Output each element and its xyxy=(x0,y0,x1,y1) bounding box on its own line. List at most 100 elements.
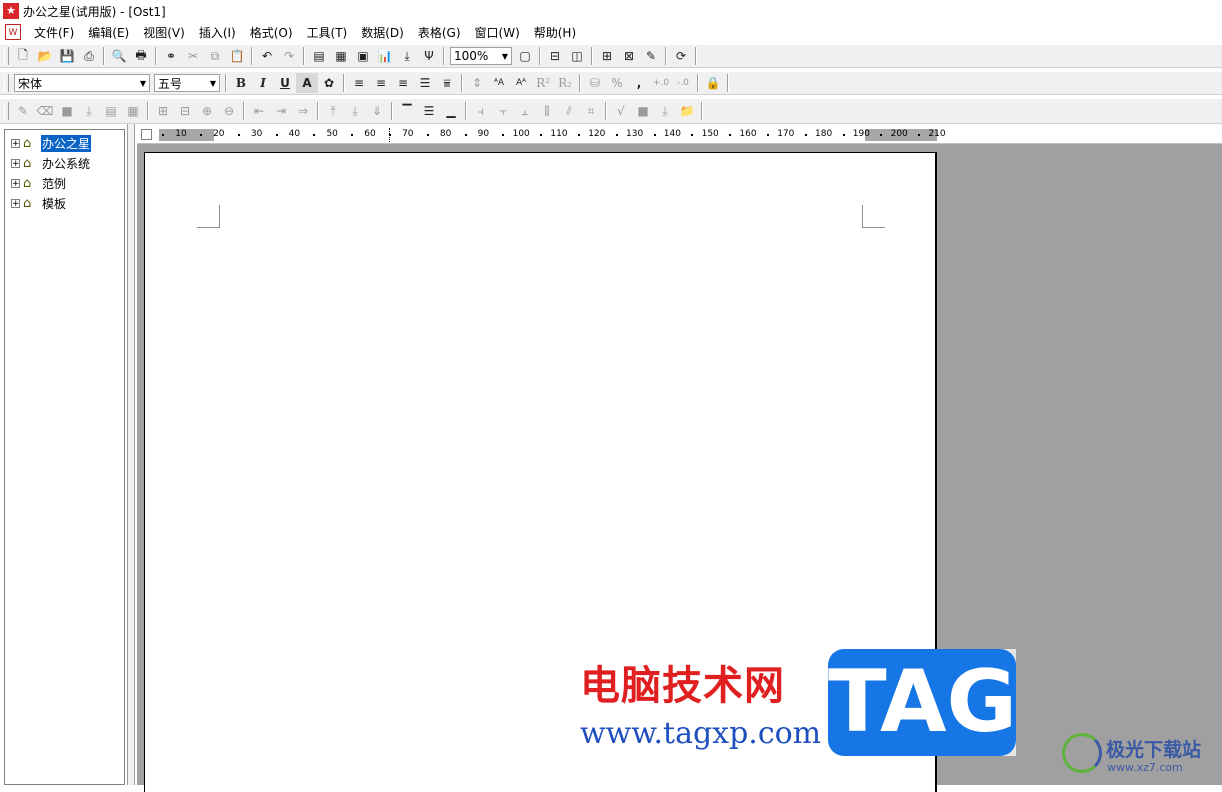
outline-button[interactable]: A xyxy=(296,73,318,93)
insert-text-icon[interactable]: ▤ xyxy=(308,46,330,66)
percent-button[interactable]: % xyxy=(606,73,628,93)
distribute-cols-icon[interactable]: ⫽ xyxy=(558,101,580,121)
menu-view[interactable]: 视图(V) xyxy=(136,24,192,41)
justify-icon[interactable]: ☰ xyxy=(414,73,436,93)
align-top-cell-icon[interactable]: ⫞ xyxy=(470,101,492,121)
superscript-button[interactable]: R² xyxy=(532,73,554,93)
menu-insert[interactable]: 插入(I) xyxy=(192,24,243,41)
toolbar-grip[interactable] xyxy=(4,47,9,65)
currency-icon[interactable]: ⛁ xyxy=(584,73,606,93)
expand-icon[interactable]: + xyxy=(11,198,20,208)
subscript-button[interactable]: R₂ xyxy=(554,73,576,93)
tree-item-templates[interactable]: + ⌂ 模板 xyxy=(5,193,124,213)
lock-icon[interactable]: 🔒 xyxy=(702,73,724,93)
fill-color-icon[interactable]: ■ xyxy=(56,101,78,121)
menu-tools[interactable]: 工具(T) xyxy=(300,24,355,41)
save-icon[interactable]: 💾 xyxy=(56,46,78,66)
cut-icon[interactable]: ✂ xyxy=(182,46,204,66)
insert-picture-icon[interactable]: ▣ xyxy=(352,46,374,66)
insert-table-icon[interactable]: ▦ xyxy=(330,46,352,66)
print-icon[interactable]: 🖶 xyxy=(130,46,152,66)
border-grid-icon[interactable]: ▦ xyxy=(122,101,144,121)
open-folder-icon[interactable]: 📂 xyxy=(34,46,56,66)
merge-cells-icon[interactable]: ⊞ xyxy=(152,101,174,121)
cell-down-icon[interactable]: ⤓ xyxy=(654,101,676,121)
draw-icon[interactable]: ✎ xyxy=(640,46,662,66)
distribute-rows-icon[interactable]: ⫼ xyxy=(536,101,558,121)
align-right-icon[interactable]: ≡ xyxy=(392,73,414,93)
horizontal-ruler[interactable]: 10 20 30 40 50 60 70 80 90 100 110 120 130 140 150 160 1… xyxy=(137,126,1222,144)
insert-down-icon[interactable]: ⤓ xyxy=(396,46,418,66)
insert-row-above-icon[interactable]: ⤒ xyxy=(322,101,344,121)
border-top-icon[interactable]: ▔ xyxy=(396,101,418,121)
insert-row-icon[interactable]: ⊕ xyxy=(196,101,218,121)
increase-decimal-icon[interactable]: +.0 xyxy=(650,73,672,93)
formula-icon[interactable]: √ xyxy=(610,101,632,121)
align-left-icon[interactable]: ≡ xyxy=(348,73,370,93)
font-size-select[interactable]: 五号 ▼ xyxy=(154,74,220,92)
border-style-icon[interactable]: ▤ xyxy=(100,101,122,121)
align-bottom-cell-icon[interactable]: ⫠ xyxy=(514,101,536,121)
page-view-icon[interactable]: ⊞ xyxy=(596,46,618,66)
grow-font-icon[interactable]: ᴬA xyxy=(488,73,510,93)
distribute-icon[interactable]: ⩸ xyxy=(436,73,458,93)
full-page-icon[interactable]: ▢ xyxy=(514,46,536,66)
app-star-icon[interactable]: ★ xyxy=(3,3,19,19)
move-right-icon[interactable]: ⇒ xyxy=(292,101,314,121)
delete-row-icon[interactable]: ⊖ xyxy=(218,101,240,121)
comma-button[interactable]: , xyxy=(628,73,650,93)
expand-icon[interactable]: + xyxy=(11,178,20,188)
line-spacing-icon[interactable]: ⇕ xyxy=(466,73,488,93)
ruler-corner-box[interactable] xyxy=(141,129,152,140)
undo-icon[interactable]: ↶ xyxy=(256,46,278,66)
align-mid-cell-icon[interactable]: ⫟ xyxy=(492,101,514,121)
border-middle-icon[interactable]: ☰ xyxy=(418,101,440,121)
menu-window[interactable]: 窗口(W) xyxy=(468,24,527,41)
find-binoculars-icon[interactable]: ⚭ xyxy=(160,46,182,66)
split-vertical-icon[interactable]: ◫ xyxy=(566,46,588,66)
highlight-icon[interactable]: ✿ xyxy=(318,73,340,93)
tree-item-examples[interactable]: + ⌂ 范例 xyxy=(5,173,124,193)
pencil-icon[interactable]: ✎ xyxy=(12,101,34,121)
expand-icon[interactable]: + xyxy=(11,158,20,168)
menu-edit[interactable]: 编辑(E) xyxy=(81,24,136,41)
copy-icon[interactable]: ⧉ xyxy=(204,46,226,66)
insert-symbol-icon[interactable]: Ψ xyxy=(418,46,440,66)
insert-row-below-icon[interactable]: ⤓ xyxy=(344,101,366,121)
paste-icon[interactable]: 📋 xyxy=(226,46,248,66)
tree-item-office-system[interactable]: + ⌂ 办公系统 xyxy=(5,153,124,173)
tree-item-office-star[interactable]: + ⌂ 办公之星 xyxy=(5,133,124,153)
document-icon[interactable]: W xyxy=(5,24,21,40)
zoom-select[interactable]: 100% ▼ xyxy=(450,47,512,65)
split-horizontal-icon[interactable]: ⊟ xyxy=(544,46,566,66)
border-bottom-icon[interactable]: ▁ xyxy=(440,101,462,121)
cell-fill-icon[interactable]: ■ xyxy=(632,101,654,121)
insert-col-left-icon[interactable]: ⇤ xyxy=(248,101,270,121)
menu-help[interactable]: 帮助(H) xyxy=(527,24,583,41)
move-down-icon[interactable]: ⇓ xyxy=(366,101,388,121)
font-name-select[interactable]: 宋体 ▼ xyxy=(14,74,150,92)
menu-file[interactable]: 文件(F) xyxy=(27,24,81,41)
new-doc-icon[interactable]: 🗋 xyxy=(12,46,34,66)
insert-chart-icon[interactable]: 📊 xyxy=(374,46,396,66)
auto-fit-icon[interactable]: ⌗ xyxy=(580,101,602,121)
edit-frame-icon[interactable]: ⊠ xyxy=(618,46,640,66)
refresh-icon[interactable]: ⟳ xyxy=(670,46,692,66)
italic-button[interactable]: I xyxy=(252,73,274,93)
decrease-decimal-icon[interactable]: -.0 xyxy=(672,73,694,93)
folder-icon[interactable]: 📁 xyxy=(676,101,698,121)
expand-icon[interactable]: + xyxy=(11,138,20,148)
insert-col-right-icon[interactable]: ⇥ xyxy=(270,101,292,121)
underline-button[interactable]: U xyxy=(274,73,296,93)
toolbar-grip[interactable] xyxy=(4,102,9,120)
bold-button[interactable]: B xyxy=(230,73,252,93)
toolbar-grip[interactable] xyxy=(4,74,9,92)
menu-table[interactable]: 表格(G) xyxy=(411,24,468,41)
panel-splitter[interactable] xyxy=(127,124,135,785)
print-setup-icon[interactable]: ⎙ xyxy=(78,46,100,66)
menu-data[interactable]: 数据(D) xyxy=(354,24,411,41)
border-down-icon[interactable]: ⤓ xyxy=(78,101,100,121)
menu-format[interactable]: 格式(O) xyxy=(243,24,300,41)
document-page[interactable] xyxy=(144,152,937,792)
redo-icon[interactable]: ↷ xyxy=(278,46,300,66)
